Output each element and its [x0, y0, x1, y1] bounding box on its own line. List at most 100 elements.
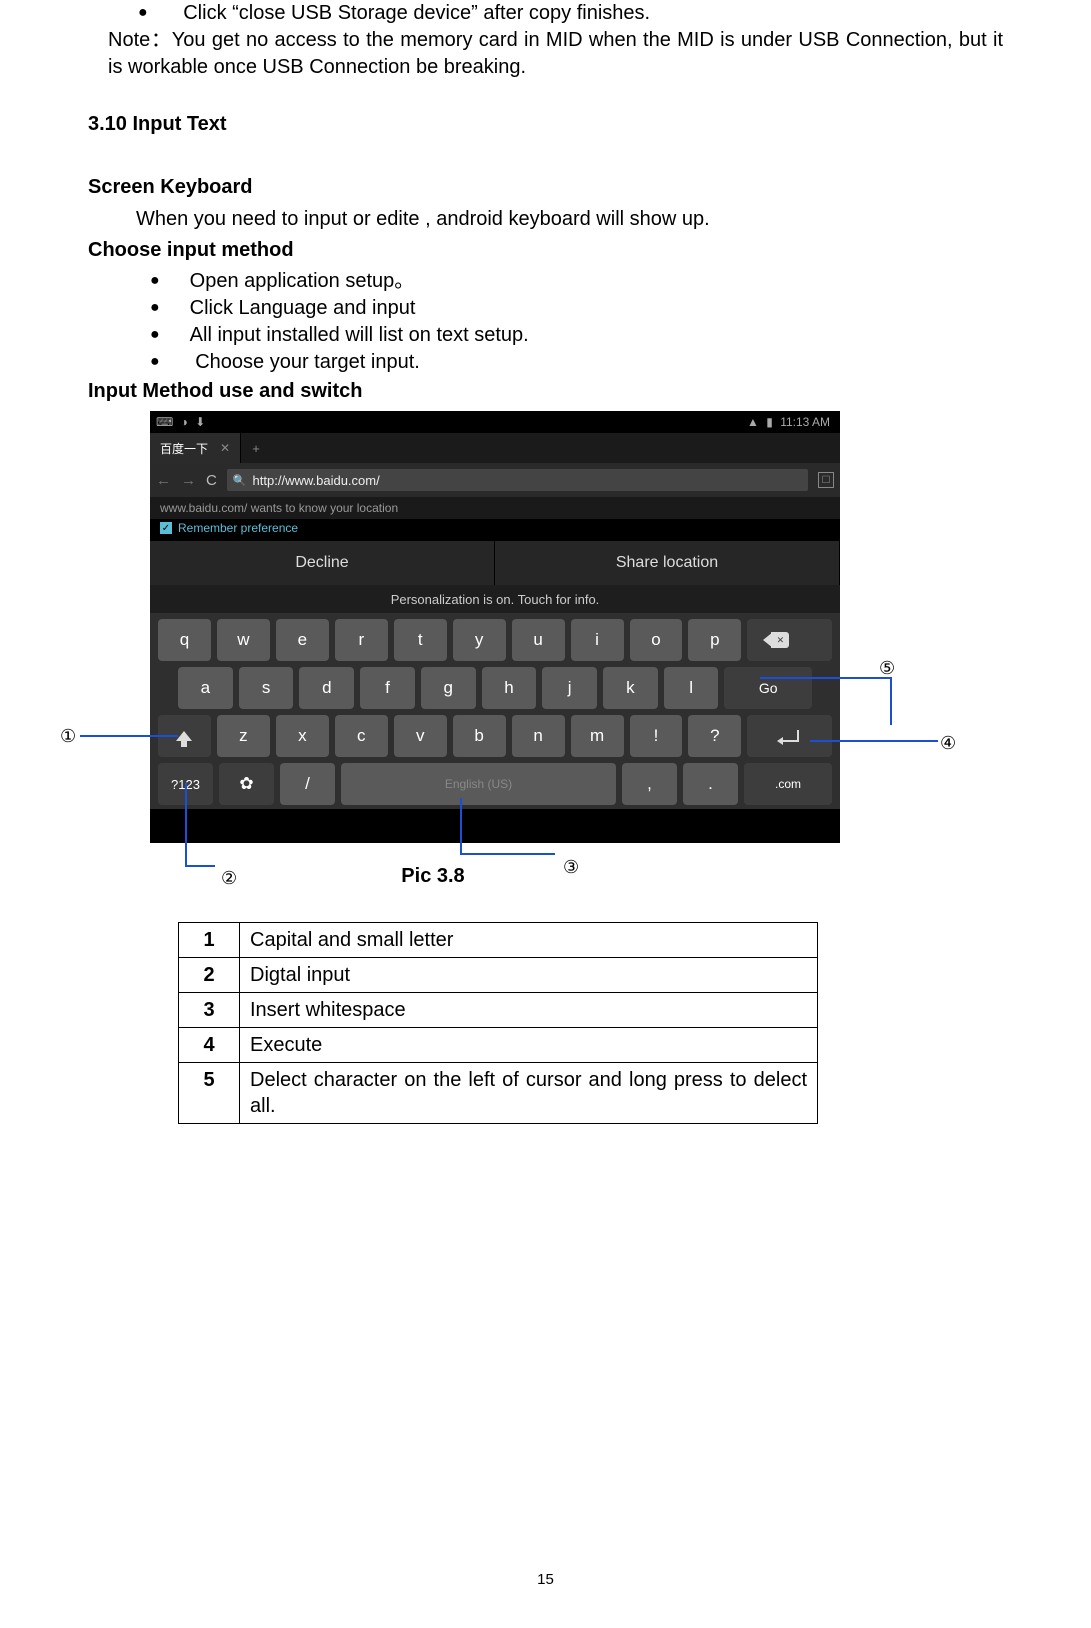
browser-tab[interactable]: 百度一下 ✕ — [150, 433, 241, 463]
key-comma[interactable]: , — [622, 763, 677, 805]
bullet-open-setup-text: Open application setup。 — [190, 270, 415, 292]
url-text: http://www.baidu.com/ — [253, 473, 380, 488]
key-x[interactable]: x — [276, 715, 329, 757]
key-e[interactable]: e — [276, 619, 329, 661]
status-time: 11:13 AM — [780, 415, 830, 429]
checkbox-icon[interactable]: ✓ — [160, 522, 172, 534]
legend-text: Digtal input — [240, 958, 818, 993]
legend-num: 4 — [179, 1028, 240, 1063]
key-d[interactable]: d — [299, 667, 354, 709]
key-question[interactable]: ? — [688, 715, 741, 757]
remember-preference-row[interactable]: ✓ Remember preference — [150, 519, 840, 541]
key-u[interactable]: u — [512, 619, 565, 661]
key-c[interactable]: c — [335, 715, 388, 757]
legend-text: Capital and small letter — [240, 923, 818, 958]
page: Click “close USB Storage device” after c… — [0, 0, 1091, 1628]
share-location-button[interactable]: Share location — [495, 541, 840, 585]
dl-icon: ⬇ — [195, 415, 205, 429]
key-m[interactable]: m — [571, 715, 624, 757]
legend-num: 2 — [179, 958, 240, 993]
screen-keyboard-heading: Screen Keyboard — [88, 176, 1003, 199]
key-o[interactable]: o — [630, 619, 683, 661]
callout-line-3h — [460, 853, 555, 855]
key-k[interactable]: k — [603, 667, 658, 709]
close-tab-icon[interactable]: ✕ — [220, 441, 230, 455]
legend-num: 3 — [179, 993, 240, 1028]
key-exclaim[interactable]: ! — [630, 715, 683, 757]
legend-num: 1 — [179, 923, 240, 958]
url-input[interactable]: 🔍 http://www.baidu.com/ — [227, 469, 808, 491]
decline-button[interactable]: Decline — [150, 541, 495, 585]
status-left-icons: ⌨ ◑ ⬇ — [156, 415, 209, 429]
personalization-hint[interactable]: Personalization is on. Touch for info. — [150, 585, 840, 613]
annotation-1: ① — [60, 726, 76, 747]
key-t[interactable]: t — [394, 619, 447, 661]
back-icon[interactable]: ← — [156, 472, 171, 489]
new-tab-button[interactable]: + — [241, 433, 271, 463]
bullet-choose-target: Choose your target input. — [110, 349, 1003, 376]
key-b[interactable]: b — [453, 715, 506, 757]
forward-icon[interactable]: → — [181, 472, 196, 489]
legend-num: 5 — [179, 1063, 240, 1124]
tab-title: 百度一下 — [160, 440, 208, 457]
annotation-3: ③ — [563, 857, 579, 878]
key-i[interactable]: i — [571, 619, 624, 661]
key-go[interactable]: Go — [724, 667, 812, 709]
on-screen-keyboard: q w e r t y u i o p a s d f g h j k — [150, 613, 840, 809]
kb-row-4: ?123 ✿ / English (US) , . .com — [154, 763, 836, 805]
geo-icon: ◑ — [181, 415, 188, 429]
key-space[interactable]: English (US) — [341, 763, 616, 805]
callout-line-4 — [810, 740, 938, 742]
key-z[interactable]: z — [217, 715, 270, 757]
annotation-4: ④ — [940, 733, 956, 754]
callout-line-5 — [760, 677, 890, 679]
pic-label: Pic 3.8 — [373, 865, 493, 888]
annotation-5: ⑤ — [879, 658, 895, 679]
screen-keyboard-para: When you need to input or edite , androi… — [136, 205, 1003, 233]
callout-line-5b — [890, 677, 892, 725]
callout-line-2h — [185, 865, 215, 867]
key-r[interactable]: r — [335, 619, 388, 661]
key-p[interactable]: p — [688, 619, 741, 661]
bullet-close-usb: Click “close USB Storage device” after c… — [98, 0, 1003, 27]
status-bar: ⌨ ◑ ⬇ ▲ ▮ 11:13 AM — [150, 411, 840, 433]
key-dotcom[interactable]: .com — [744, 763, 832, 805]
table-row: 1Capital and small letter — [179, 923, 818, 958]
key-q[interactable]: q — [158, 619, 211, 661]
key-w[interactable]: w — [217, 619, 270, 661]
site-icon: 🔍 — [233, 474, 247, 487]
table-row: 5Delect character on the left of cursor … — [179, 1063, 818, 1124]
key-v[interactable]: v — [394, 715, 447, 757]
key-l[interactable]: l — [664, 667, 719, 709]
shift-icon — [176, 731, 192, 741]
kb-row-1: q w e r t y u i o p — [154, 619, 836, 661]
bookmark-button[interactable]: ☐ — [818, 472, 834, 488]
key-n[interactable]: n — [512, 715, 565, 757]
remember-preference-label: Remember preference — [178, 521, 298, 535]
status-right-icons: ▲ ▮ 11:13 AM — [747, 415, 834, 429]
key-period[interactable]: . — [683, 763, 738, 805]
bullet-all-input-text: All input installed will list on text se… — [190, 324, 529, 346]
annotation-2: ② — [221, 868, 237, 889]
key-slash[interactable]: / — [280, 763, 335, 805]
table-row: 4Execute — [179, 1028, 818, 1063]
bullet-all-input: All input installed will list on text se… — [110, 322, 1003, 349]
key-f[interactable]: f — [360, 667, 415, 709]
geolocation-prompt: www.baidu.com/ wants to know your locati… — [150, 497, 840, 519]
key-s[interactable]: s — [239, 667, 294, 709]
tablet-screenshot: ⌨ ◑ ⬇ ▲ ▮ 11:13 AM 百度一下 ✕ + ← → C 🔍 http… — [150, 411, 840, 843]
bullet-lang-input: Click Language and input — [110, 295, 1003, 322]
key-h[interactable]: h — [482, 667, 537, 709]
key-g[interactable]: g — [421, 667, 476, 709]
key-j[interactable]: j — [542, 667, 597, 709]
key-a[interactable]: a — [178, 667, 233, 709]
key-settings[interactable]: ✿ — [219, 763, 274, 805]
key-backspace[interactable] — [747, 619, 832, 661]
kb-row-2: a s d f g h j k l Go — [154, 667, 836, 709]
legend-text: Insert whitespace — [240, 993, 818, 1028]
key-enter[interactable] — [747, 715, 832, 757]
key-y[interactable]: y — [453, 619, 506, 661]
section-title-3-10: 3.10 Input Text — [88, 113, 1003, 136]
reload-icon[interactable]: C — [206, 472, 217, 489]
enter-icon — [781, 730, 799, 742]
